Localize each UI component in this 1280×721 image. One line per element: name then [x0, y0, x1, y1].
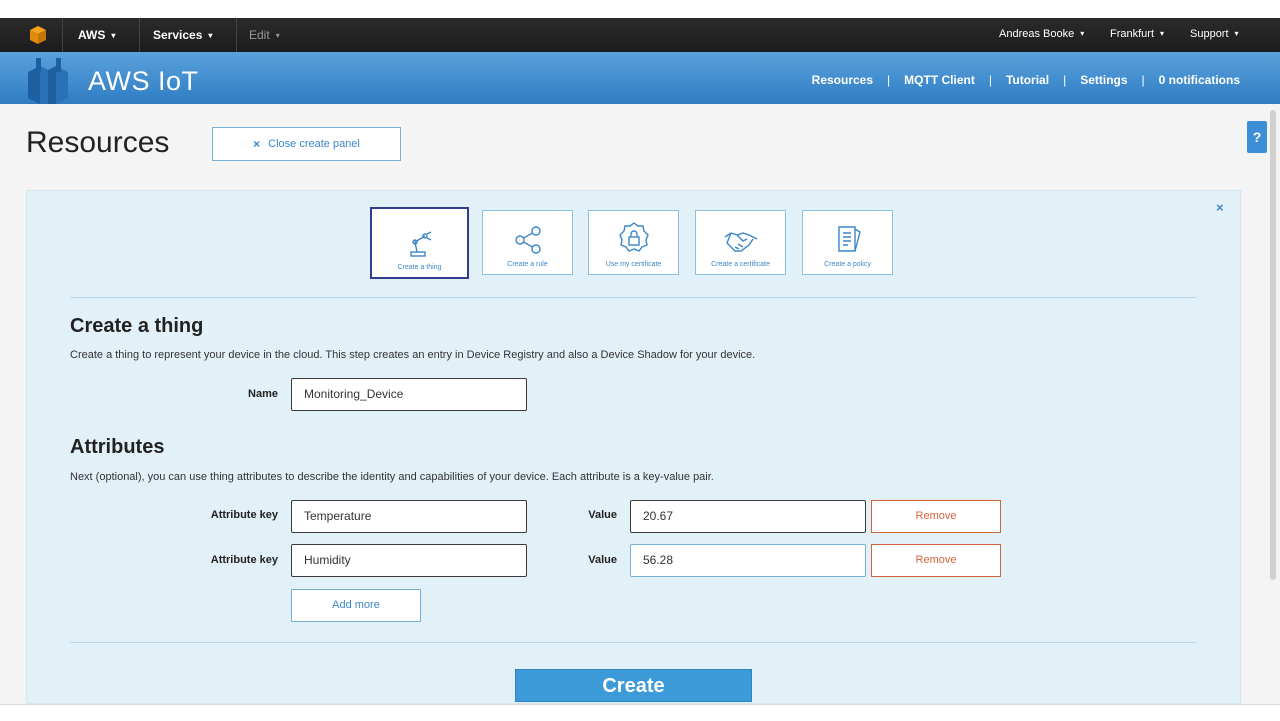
close-create-panel-label: Close create panel: [268, 138, 360, 150]
window-bottom-frame: [0, 704, 1280, 721]
name-label: Name: [248, 388, 278, 400]
nav-separator: |: [988, 73, 992, 87]
tile-create-certificate[interactable]: Create a certificate: [695, 210, 786, 275]
page-title: Resources: [26, 126, 170, 159]
close-icon: ×: [253, 137, 261, 151]
certificate-lock-icon: [618, 222, 649, 252]
tile-create-thing[interactable]: Create a thing: [370, 207, 469, 279]
edit-menu-label: Edit: [249, 28, 270, 42]
topbar-divider: [62, 18, 63, 52]
nav-mqtt-client[interactable]: MQTT Client: [904, 73, 975, 87]
chevron-down-icon: ▾: [1160, 29, 1165, 38]
remove-attribute-button[interactable]: Remove: [871, 500, 1001, 533]
nav-notifications[interactable]: 0 notifications: [1159, 73, 1240, 87]
add-more-button[interactable]: Add more: [291, 589, 421, 622]
create-button[interactable]: Create: [515, 669, 752, 702]
remove-attribute-button[interactable]: Remove: [871, 544, 1001, 577]
edit-menu[interactable]: Edit ▾: [249, 28, 280, 42]
tile-label: Create a certificate: [711, 261, 770, 268]
topbar-divider: [236, 18, 237, 52]
region-menu-label: Frankfurt: [1110, 28, 1155, 40]
nav-separator: |: [887, 73, 891, 87]
chevron-down-icon: ▾: [275, 31, 280, 40]
close-create-panel-button[interactable]: × Close create panel: [212, 127, 401, 161]
tile-label: Create a rule: [507, 261, 548, 268]
document-policy-icon: [837, 226, 861, 252]
attribute-value-input[interactable]: 20.67: [630, 500, 866, 533]
topbar-divider: [139, 18, 140, 52]
nav-separator: |: [1141, 73, 1145, 87]
nav-resources[interactable]: Resources: [812, 73, 873, 87]
thing-name-input[interactable]: Monitoring_Device: [291, 378, 527, 411]
window-top-frame: [0, 0, 1280, 18]
attribute-key-input[interactable]: Temperature: [291, 500, 527, 533]
app-title: AWS IoT: [88, 66, 199, 96]
nav-separator: |: [1063, 73, 1067, 87]
support-menu-label: Support: [1190, 28, 1229, 40]
chevron-down-icon: ▾: [208, 31, 213, 40]
header-nav: Resources | MQTT Client | Tutorial | Settings |…: [812, 73, 1240, 87]
attributes-heading: Attributes: [70, 436, 165, 458]
aws-menu-label: AWS: [78, 28, 106, 42]
attributes-description: Next (optional), you can use thing attri…: [70, 471, 714, 483]
divider: [70, 642, 1196, 643]
attribute-key-input[interactable]: Humidity: [291, 544, 527, 577]
chevron-down-icon: ▾: [111, 31, 116, 40]
nav-tutorial[interactable]: Tutorial: [1006, 73, 1049, 87]
divider: [70, 297, 1196, 298]
chevron-down-icon: ▾: [1080, 29, 1085, 38]
services-menu-label: Services: [153, 28, 203, 42]
attribute-value-input[interactable]: 56.28: [630, 544, 866, 577]
region-menu[interactable]: Frankfurt ▾: [1110, 28, 1164, 40]
robot-arm-icon: [409, 231, 431, 257]
share-nodes-icon: [514, 226, 541, 254]
tile-use-certificate[interactable]: Use my certificate: [588, 210, 679, 275]
iot-header: AWS IoT Resources | MQTT Client | Tutorial | S…: [0, 52, 1280, 108]
services-menu[interactable]: Services ▾: [153, 28, 212, 42]
user-menu-label: Andreas Booke: [999, 28, 1075, 40]
aws-menu[interactable]: AWS ▾: [78, 28, 115, 42]
user-menu[interactable]: Andreas Booke ▾: [999, 28, 1084, 40]
nav-settings[interactable]: Settings: [1080, 73, 1127, 87]
tile-label: Create a thing: [397, 264, 442, 271]
tile-create-policy[interactable]: Create a policy: [802, 210, 893, 275]
chevron-down-icon: ▾: [1234, 29, 1239, 38]
help-button[interactable]: ?: [1247, 121, 1267, 153]
attribute-key-label: Attribute key: [210, 509, 278, 521]
attribute-value-label: Value: [588, 554, 617, 566]
tile-label: Create a policy: [824, 261, 871, 268]
scrollbar[interactable]: [1270, 110, 1276, 580]
tile-label: Use my certificate: [605, 261, 662, 268]
tile-create-rule[interactable]: Create a rule: [482, 210, 573, 275]
panel-close-icon[interactable]: ×: [1216, 200, 1224, 215]
support-menu[interactable]: Support ▾: [1190, 28, 1239, 40]
create-thing-description: Create a thing to represent your device …: [70, 349, 756, 361]
aws-cube-icon[interactable]: [28, 25, 48, 45]
attribute-key-label: Attribute key: [210, 554, 278, 566]
handshake-icon: [724, 232, 757, 252]
create-thing-heading: Create a thing: [70, 315, 204, 337]
aws-console-topbar: AWS ▾ Services ▾ Edit ▾ Andreas Booke ▾ Fran…: [0, 18, 1280, 52]
attribute-value-label: Value: [588, 509, 617, 521]
